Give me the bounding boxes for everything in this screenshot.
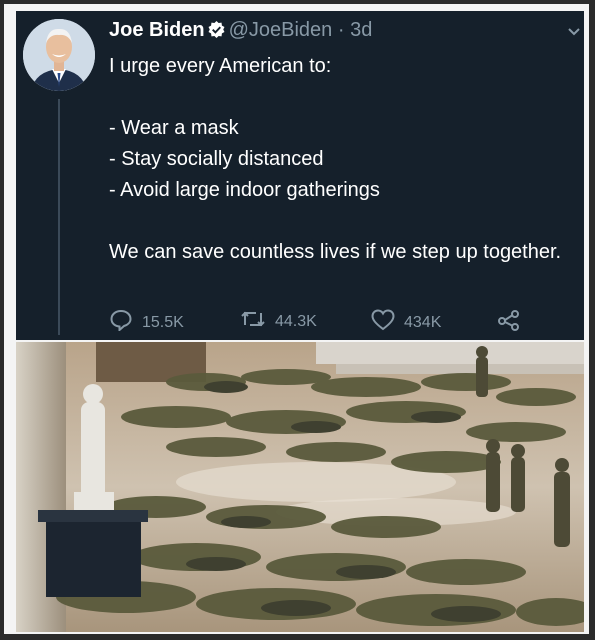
- tweet-card[interactable]: Joe Biden @JoeBiden · 3d I urge every Ame…: [16, 11, 584, 340]
- verified-badge-icon: [207, 20, 226, 45]
- reply-icon: [109, 309, 133, 336]
- tweet-line: We can save countless lives if we step u…: [109, 241, 562, 263]
- attached-photo[interactable]: [16, 342, 584, 632]
- tweet-header: Joe Biden @JoeBiden · 3d: [109, 19, 372, 45]
- header-separator: ·: [337, 19, 345, 41]
- soldiers-resting-photo: [16, 342, 584, 632]
- tweet-line: I urge every American to:: [109, 55, 332, 77]
- thread-line: [58, 99, 60, 335]
- reply-button[interactable]: 15.5K: [109, 309, 184, 336]
- tweet-line: - Avoid large indoor gatherings: [109, 179, 380, 201]
- tweet-line: - Wear a mask: [109, 117, 239, 139]
- share-button[interactable]: [497, 309, 521, 336]
- share-icon: [497, 309, 521, 336]
- retweet-count: 44.3K: [275, 312, 317, 330]
- tweet-text: I urge every American to: - Wear a mask …: [109, 51, 564, 268]
- chevron-down-icon[interactable]: [566, 23, 582, 44]
- tweet-actions: 15.5K 44.3K 434K: [109, 309, 529, 333]
- reply-count: 15.5K: [142, 313, 184, 331]
- retweet-button[interactable]: 44.3K: [240, 309, 317, 334]
- tweet-timestamp[interactable]: 3d: [350, 19, 372, 41]
- tweet-line: - Stay socially distanced: [109, 148, 324, 170]
- retweet-icon: [240, 309, 266, 334]
- like-count: 434K: [404, 313, 442, 331]
- avatar[interactable]: [23, 19, 95, 91]
- author-handle[interactable]: @JoeBiden: [229, 19, 333, 41]
- screenshot-frame: Joe Biden @JoeBiden · 3d I urge every Ame…: [4, 4, 589, 634]
- author-name[interactable]: Joe Biden: [109, 19, 205, 41]
- like-button[interactable]: 434K: [371, 309, 441, 336]
- like-icon: [371, 309, 395, 336]
